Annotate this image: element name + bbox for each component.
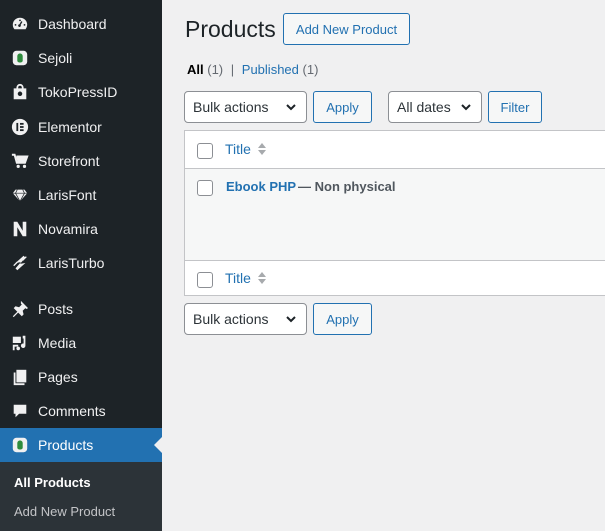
sidebar-item-label: TokoPressID <box>38 84 118 100</box>
pin-icon <box>10 299 30 319</box>
sidebar-item-label: Novamira <box>38 221 98 237</box>
sidebar-item-label: Storefront <box>38 153 100 169</box>
sidebar-item-label: Dashboard <box>38 16 107 32</box>
chevron-down-icon <box>286 104 296 111</box>
diamond-icon <box>10 185 30 205</box>
table-row: Ebook PHP — Non physical <box>185 169 605 260</box>
column-title-label: Title <box>225 141 251 157</box>
sidebar-item-label: Comments <box>38 403 106 419</box>
media-icon <box>10 333 30 353</box>
sidebar-item-products[interactable]: Products <box>0 428 162 462</box>
products-table: Title Ebook PHP — Non physical Title <box>184 130 605 296</box>
view-separator: | <box>230 62 235 77</box>
bulk-actions-value: Bulk actions <box>193 311 269 327</box>
elementor-icon <box>10 117 30 137</box>
sidebar-item-label: Posts <box>38 301 74 317</box>
cart-icon <box>10 151 30 171</box>
products-submenu: All Products Add New Product <box>0 462 162 531</box>
sejoli-icon <box>10 48 30 68</box>
submenu-add-new-product[interactable]: Add New Product <box>14 504 115 519</box>
product-title-link[interactable]: Ebook PHP <box>226 179 296 194</box>
bulk-actions-select-bottom[interactable]: Bulk actions <box>184 303 307 335</box>
product-state: — Non physical <box>298 179 396 194</box>
select-all-checkbox-footer[interactable] <box>197 272 213 288</box>
bag-icon <box>10 82 30 102</box>
table-footer: Title <box>185 260 605 296</box>
chevron-down-icon <box>286 316 296 323</box>
sidebar-item-media[interactable]: Media <box>0 326 162 360</box>
filter-button[interactable]: Filter <box>488 91 542 123</box>
sidebar-item-posts[interactable]: Posts <box>0 292 162 326</box>
sidebar-item-label: Elementor <box>38 119 102 135</box>
apply-button[interactable]: Apply <box>313 91 372 123</box>
sort-icon <box>257 143 266 155</box>
sidebar-item-label: Products <box>38 437 94 453</box>
view-published-count: (1) <box>302 62 319 77</box>
bulk-actions-value: Bulk actions <box>193 99 269 115</box>
add-new-product-button[interactable]: Add New Product <box>283 13 410 45</box>
column-title-sort-footer[interactable]: Title <box>225 270 267 286</box>
pages-icon <box>10 367 30 387</box>
chevron-down-icon <box>461 104 471 111</box>
sidebar-item-label: LarisTurbo <box>38 255 105 271</box>
dates-filter-value: All dates <box>397 99 451 115</box>
sidebar-item-larisfont[interactable]: LarisFont <box>0 178 162 212</box>
comment-icon <box>10 401 30 421</box>
column-title-label: Title <box>225 270 251 286</box>
turbo-icon <box>10 253 30 273</box>
view-filters: All (1) | Published (1) <box>187 62 318 77</box>
novamira-icon <box>10 219 30 239</box>
products-icon <box>10 435 30 455</box>
sidebar-item-laristurbo[interactable]: LarisTurbo <box>0 246 162 280</box>
column-title-sort[interactable]: Title <box>225 141 267 157</box>
sidebar-item-label: Pages <box>38 369 78 385</box>
submenu-all-products[interactable]: All Products <box>14 475 91 490</box>
dates-filter-select[interactable]: All dates <box>388 91 482 123</box>
view-published-link[interactable]: Published <box>242 62 299 77</box>
bulk-actions-select[interactable]: Bulk actions <box>184 91 307 123</box>
sidebar-item-dashboard[interactable]: Dashboard <box>0 7 162 41</box>
sidebar-item-tokopressid[interactable]: TokoPressID <box>0 75 162 109</box>
select-all-checkbox[interactable] <box>197 143 213 159</box>
page-title: Products <box>185 16 276 42</box>
sidebar-item-pages[interactable]: Pages <box>0 360 162 394</box>
apply-button-bottom[interactable]: Apply <box>313 303 372 335</box>
sidebar-item-label: Media <box>38 335 77 351</box>
sidebar-item-sejoli[interactable]: Sejoli <box>0 41 162 75</box>
view-all-link[interactable]: All <box>187 62 204 77</box>
sidebar-item-novamira[interactable]: Novamira <box>0 212 162 246</box>
row-checkbox[interactable] <box>197 180 213 196</box>
dashboard-icon <box>10 14 30 34</box>
admin-sidebar: Dashboard Sejoli TokoPressID Elementor S… <box>0 0 162 531</box>
sidebar-item-label: LarisFont <box>38 187 97 203</box>
view-all-count: (1) <box>207 62 224 77</box>
sort-icon <box>257 272 266 284</box>
sidebar-item-elementor[interactable]: Elementor <box>0 110 162 144</box>
sidebar-item-label: Sejoli <box>38 50 73 66</box>
table-header: Title <box>185 131 605 169</box>
sidebar-item-storefront[interactable]: Storefront <box>0 144 162 178</box>
sidebar-item-comments[interactable]: Comments <box>0 394 162 428</box>
